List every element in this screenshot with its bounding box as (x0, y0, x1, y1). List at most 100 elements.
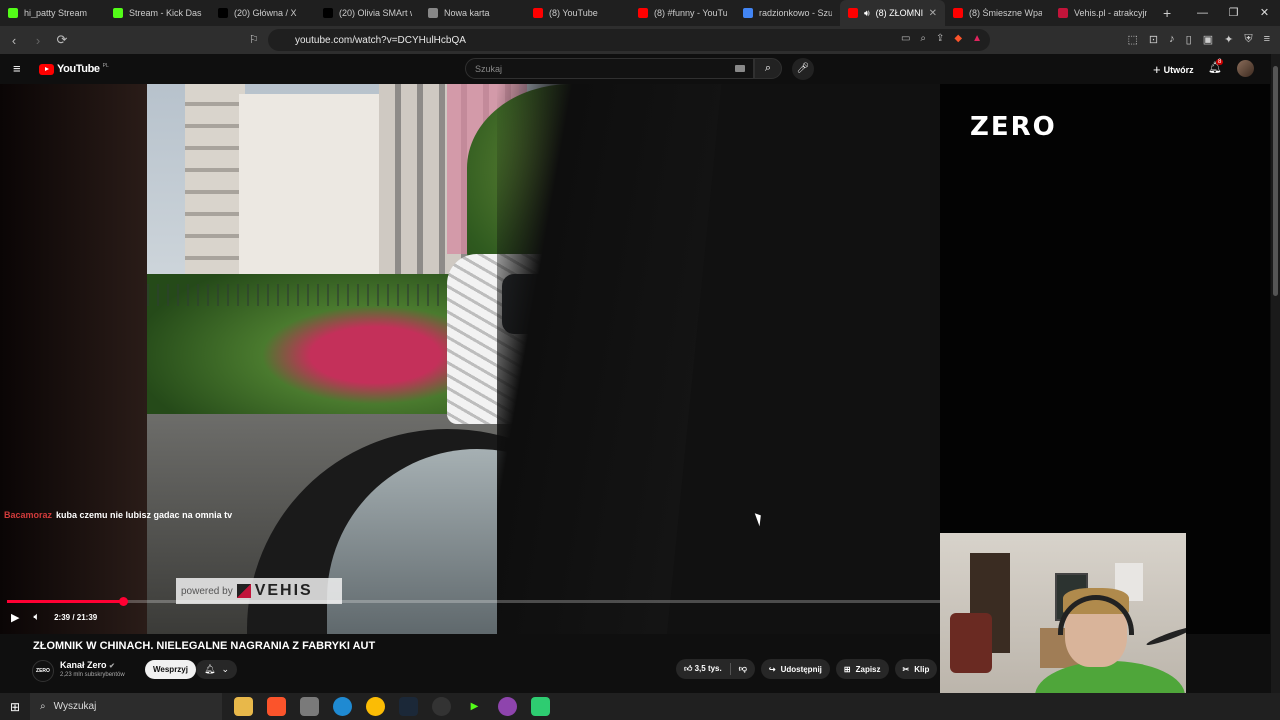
chat-username: Bacamoraz (4, 510, 53, 520)
window-controls: — ❐ ✕ (1187, 0, 1280, 26)
browser-tab[interactable]: Nowa karta (420, 0, 525, 26)
kick-app-icon[interactable]: ▶ (465, 697, 484, 716)
channel-name[interactable]: Kanał Zero ✔ (60, 660, 115, 670)
screenshot-icon[interactable]: ⊡ (1149, 33, 1158, 46)
extensions-icon[interactable]: ⬚ (1128, 33, 1138, 46)
restore-button[interactable]: ❐ (1218, 0, 1249, 26)
browser-tab[interactable]: radzionkowo - Szuk (735, 0, 840, 26)
save-button[interactable]: ⊞ Zapisz (835, 659, 889, 679)
browser-tab[interactable]: (8) YouTube (525, 0, 630, 26)
steam-icon[interactable] (399, 697, 418, 716)
kick-icon (113, 8, 123, 18)
wallet-icon[interactable]: ▣ (1203, 33, 1213, 46)
voice-search-button[interactable]: 🎤︎ (792, 58, 814, 80)
keyboard-icon[interactable] (735, 65, 745, 72)
x-icon (218, 8, 228, 18)
search-icon: ⌕ (764, 62, 772, 74)
taskbar-search[interactable]: ⌕ Wyszukaj (30, 693, 222, 720)
browser-tab[interactable]: (20) Główna / X (210, 0, 315, 26)
scrollbar-thumb[interactable] (1273, 66, 1278, 296)
brave-rewards-icon[interactable]: ▲ (972, 33, 982, 44)
volume-icon[interactable]: 🔈︎ (33, 611, 40, 624)
new-tab-button[interactable]: + (1155, 5, 1179, 21)
search-input[interactable]: Szukaj (465, 58, 754, 79)
cast-icon[interactable]: ▭ (901, 33, 910, 44)
play-icon[interactable]: ▶ (11, 611, 19, 624)
subscribed-bell-button[interactable]: 🔔︎ ⌄ (196, 660, 237, 679)
vpn-icon[interactable]: ⛨ (1244, 33, 1252, 46)
video-progress-bar[interactable] (7, 597, 940, 606)
file-explorer-icon[interactable] (234, 697, 253, 716)
channel-avatar[interactable]: ZERO (32, 660, 54, 682)
video-frame[interactable] (147, 84, 940, 634)
kick-icon (8, 8, 18, 18)
youtube-icon (638, 8, 648, 18)
youtube-header: ≡ YouTube PL Szukaj ⌕ 🎤︎ + Utwórz 🔔︎ 8 (0, 54, 1280, 84)
leo-ai-icon[interactable]: ✦ (1224, 33, 1233, 46)
obs-icon[interactable] (432, 697, 451, 716)
browser-tab[interactable]: hi_patty Stream (0, 0, 105, 26)
close-window-button[interactable]: ✕ (1249, 0, 1280, 26)
progress-scrubber[interactable] (118, 597, 128, 606)
discord-icon[interactable] (498, 697, 517, 716)
url-text: youtube.com/watch?v=DCYHulHcbQA (295, 34, 466, 46)
chrome-browser-icon[interactable] (366, 697, 385, 716)
reload-icon[interactable]: ⟳ (52, 32, 72, 48)
tab-title: (20) Olivia SMArt w (339, 8, 412, 18)
sponsor-name: VEHIS (254, 582, 313, 599)
like-button[interactable]: 👍︎ 3,5 tys. (684, 664, 722, 674)
tab-title: (20) Główna / X (234, 8, 297, 18)
channel-watermark: ZERO (970, 112, 1057, 142)
back-arrow-icon[interactable]: ‹ (4, 33, 24, 48)
windows-taskbar: ⊞ ⌕ Wyszukaj ▶ (0, 693, 1280, 720)
tab-title: Vehis.pl - atrakcyjn (1074, 8, 1147, 18)
divider (729, 663, 731, 675)
bookmark-icon[interactable]: ⚐ (249, 33, 259, 46)
account-avatar[interactable] (1237, 60, 1254, 77)
clip-button[interactable]: ✂ Klip (894, 659, 938, 679)
browser-tab[interactable]: (20) Olivia SMArt w (315, 0, 420, 26)
webcam-chair (950, 613, 992, 673)
extension-icons: ⬚ ⊡ ♪ ▯ ▣ ✦ ⛨ ≡ (1128, 33, 1270, 46)
tab-list: hi_patty Stream Stream - Kick Dashb (20) G… (0, 0, 1155, 26)
time-display: 2:39 / 21:39 (54, 613, 98, 622)
tab-title: Nowa karta (444, 8, 490, 18)
zoom-icon[interactable]: ⌕ (920, 33, 926, 44)
browser-tab[interactable]: (8) Śmieszne Wpadk (945, 0, 1050, 26)
game-app-icon[interactable] (531, 697, 550, 716)
youtube-logo[interactable]: YouTube PL (39, 63, 109, 75)
create-button[interactable]: + Utwórz (1153, 62, 1194, 77)
browser-tab[interactable]: (8) #funny - YouTub (630, 0, 735, 26)
tab-title: (8) #funny - YouTub (654, 8, 727, 18)
browser-tab[interactable]: Vehis.pl - atrakcyjn (1050, 0, 1155, 26)
browser-tab[interactable]: Stream - Kick Dashb (105, 0, 210, 26)
progress-fill (7, 600, 123, 603)
browser-tab[interactable]: 🔊︎ (8) ZŁOMNI ✕ (840, 0, 945, 26)
dislike-icon[interactable]: 👎︎ (739, 664, 747, 674)
close-tab-icon[interactable]: ✕ (929, 8, 937, 19)
brave-browser-icon[interactable] (267, 697, 286, 716)
browser-menu-icon[interactable]: ≡ (1264, 33, 1270, 46)
forward-arrow-icon[interactable]: › (28, 33, 48, 48)
x-icon (323, 8, 333, 18)
chevron-down-icon: ⌄ (221, 664, 229, 674)
scene-building (239, 94, 381, 284)
speaker-icon[interactable]: 🔊︎ (864, 8, 870, 19)
share-page-icon[interactable]: ⇪ (936, 33, 944, 44)
tab-title: radzionkowo - Szuk (759, 8, 832, 18)
hamburger-menu-icon[interactable]: ≡ (13, 61, 21, 76)
brave-shield-icon[interactable]: ◆ (954, 33, 962, 44)
video-title: ZŁOMNIK W CHINACH. NIELEGALNE NAGRANIA Z… (33, 640, 376, 652)
support-button[interactable]: Wesprzyj (145, 660, 196, 679)
share-button[interactable]: ↪ Udostępnij (760, 659, 830, 679)
music-icon[interactable]: ♪ (1169, 33, 1175, 46)
url-field[interactable]: youtube.com/watch?v=DCYHulHcbQA ▭ ⌕ ⇪ ◆ … (268, 29, 990, 51)
minimize-button[interactable]: — (1187, 0, 1218, 26)
page-scrollbar[interactable] (1271, 54, 1280, 693)
windows-start-icon[interactable]: ⊞ (0, 700, 30, 714)
edge-browser-icon[interactable] (333, 697, 352, 716)
search-placeholder: Szukaj (475, 64, 503, 74)
storage-app-icon[interactable] (300, 697, 319, 716)
search-button[interactable]: ⌕ (754, 58, 782, 79)
sidebar-icon[interactable]: ▯ (1186, 33, 1192, 46)
